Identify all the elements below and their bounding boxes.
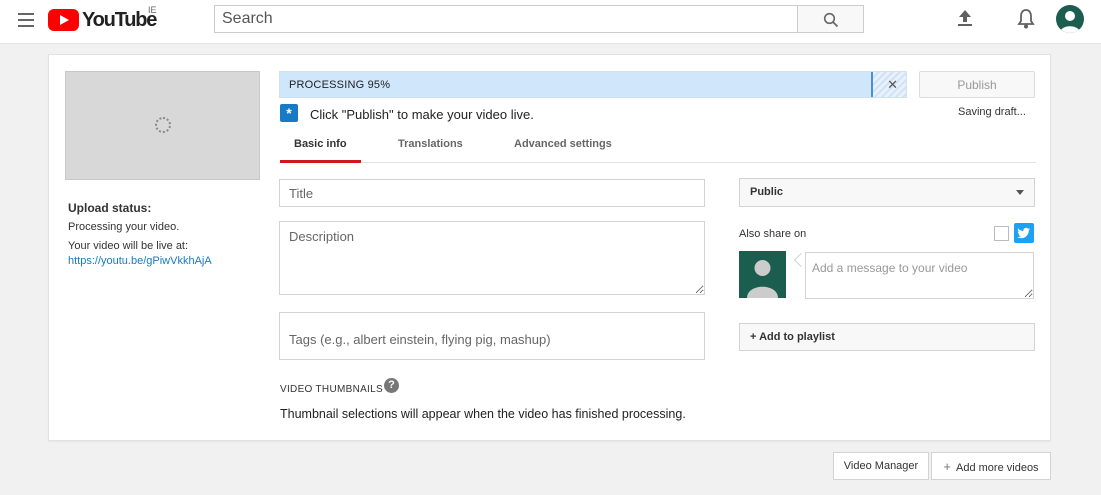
star-icon: * <box>280 104 298 122</box>
bell-icon[interactable] <box>1016 8 1036 30</box>
processing-text: Processing your video. <box>68 221 180 233</box>
upload-icon[interactable] <box>955 8 975 28</box>
also-share-label: Also share on <box>739 228 807 240</box>
share-checkbox[interactable] <box>994 226 1009 241</box>
help-icon[interactable]: ? <box>384 378 399 393</box>
video-manager-button[interactable]: Video Manager <box>833 452 929 480</box>
search-input[interactable] <box>214 5 798 33</box>
tab-bar: Basic info Translations Advanced setting… <box>280 135 1036 163</box>
video-thumbnails-label: VIDEO THUMBNAILS <box>280 384 383 395</box>
progress-text: PROCESSING 95% <box>289 79 391 91</box>
plus-icon: + <box>943 458 952 474</box>
tab-basic-info[interactable]: Basic info <box>280 135 361 163</box>
share-message-field[interactable] <box>805 252 1034 299</box>
channel-avatar <box>739 251 786 298</box>
youtube-logo[interactable]: YouTube <box>48 8 157 31</box>
publish-hint: Click "Publish" to make your video live. <box>310 107 534 122</box>
chevron-down-icon <box>1016 190 1024 195</box>
thumbnails-note: Thumbnail selections will appear when th… <box>280 407 686 421</box>
loading-spinner-icon <box>155 117 171 133</box>
user-avatar-icon <box>1060 11 1080 33</box>
play-logo-icon <box>48 9 79 31</box>
privacy-value: Public <box>750 186 784 198</box>
twitter-icon[interactable] <box>1014 223 1034 243</box>
live-at-text: Your video will be live at: <box>68 240 189 252</box>
add-to-playlist-button[interactable]: + Add to playlist <box>739 323 1035 351</box>
upload-card: Upload status: Processing your video. Yo… <box>48 54 1051 441</box>
processing-progress-bar: PROCESSING 95% ✕ <box>279 71 907 98</box>
saving-status: Saving draft... <box>958 106 1026 118</box>
search-icon <box>823 12 839 28</box>
masthead: YouTube IE <box>0 0 1101 44</box>
publish-button[interactable]: Publish <box>919 71 1035 98</box>
description-field[interactable] <box>279 221 705 295</box>
logo-text: YouTube <box>82 8 157 31</box>
cancel-upload-icon[interactable]: ✕ <box>887 78 898 91</box>
video-url-link[interactable]: https://youtu.be/gPiwVkkhAjA <box>68 255 212 267</box>
title-field[interactable] <box>279 179 705 207</box>
user-avatar-icon <box>747 260 778 298</box>
hamburger-menu-icon[interactable] <box>18 13 34 27</box>
region-code: IE <box>148 5 157 15</box>
video-thumbnail-preview <box>65 71 260 180</box>
tab-translations[interactable]: Translations <box>384 135 477 163</box>
twitter-bird-icon <box>1017 227 1030 239</box>
search-button[interactable] <box>797 5 864 33</box>
upload-status-label: Upload status: <box>68 201 152 215</box>
account-avatar[interactable] <box>1056 5 1084 33</box>
add-more-videos-button[interactable]: + Add more videos <box>931 452 1051 480</box>
tab-advanced-settings[interactable]: Advanced settings <box>500 135 626 163</box>
tags-field[interactable] <box>279 312 705 360</box>
privacy-select[interactable]: Public <box>739 178 1035 207</box>
add-more-label: Add more videos <box>956 461 1039 474</box>
